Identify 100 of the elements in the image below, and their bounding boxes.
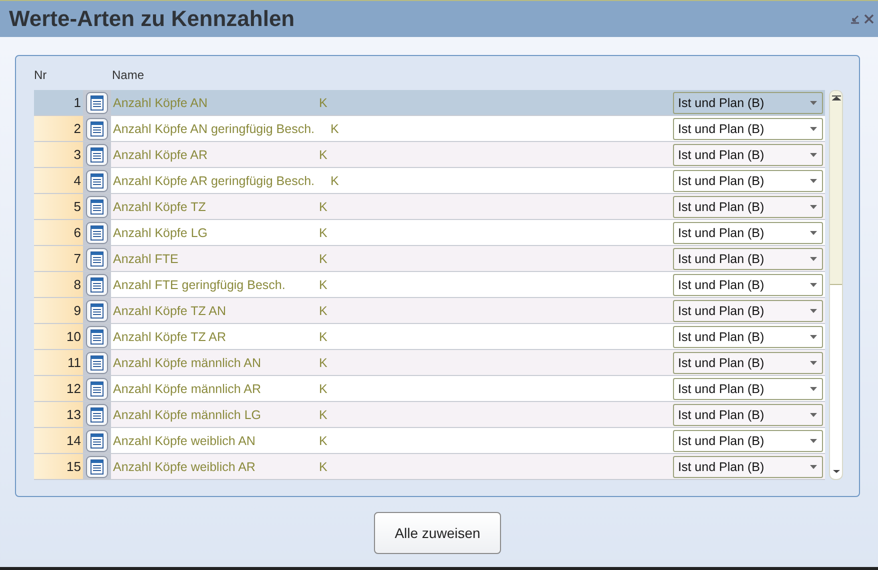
column-header: Nr [34, 68, 48, 84]
document-icon[interactable] [86, 352, 108, 374]
document-icon[interactable] [86, 378, 108, 400]
table-row[interactable]: 2 Anzahl Köpfe AN geringfügig Besch. K Ist und Plan (B) [34, 116, 825, 142]
name-text: Anzahl Köpfe TZ AR [113, 330, 228, 344]
row-number: 10 [34, 324, 83, 349]
caret-icon[interactable] [810, 386, 817, 390]
unit-text: K [319, 408, 328, 422]
row-number: 14 [34, 428, 83, 453]
document-icon[interactable] [86, 92, 108, 114]
row-number: 15 [34, 454, 83, 479]
value-dropdown[interactable]: Ist und Plan (B) [673, 118, 823, 140]
caret-icon[interactable] [810, 178, 817, 182]
caret-icon[interactable] [810, 334, 817, 338]
row-number: 5 [34, 194, 83, 219]
table-row[interactable]: 7 Anzahl FTE K Ist und Plan (B) [34, 246, 825, 272]
caret-icon[interactable] [810, 308, 817, 312]
value-dropdown[interactable]: Ist und Plan (B) [673, 222, 823, 244]
table-row[interactable]: 11 Anzahl Köpfe männlich AN K Ist und Plan (B) [34, 350, 825, 376]
unit-text: K [319, 434, 328, 448]
caret-icon[interactable] [810, 464, 817, 468]
row-number: 7 [34, 246, 83, 271]
table-row[interactable]: 3 Anzahl Köpfe AR K Ist und Plan (B) [34, 142, 825, 168]
table-row[interactable]: 12 Anzahl Köpfe männlich AR K Ist und Plan (B) [34, 376, 825, 402]
table-row[interactable]: 15 Anzahl Köpfe weiblich AR K Ist und Plan (B) [34, 454, 825, 480]
close-icon[interactable] [864, 14, 874, 24]
scroll-down-icon[interactable] [832, 469, 840, 475]
table-row[interactable]: 9 Anzahl Köpfe TZ AN K Ist und Plan (B) [34, 298, 825, 324]
name-text: Anzahl Köpfe AR [113, 148, 209, 162]
table-row[interactable]: 10 Anzahl Köpfe TZ AR K Ist und Plan (B) [34, 324, 825, 350]
caret-icon[interactable] [810, 230, 817, 234]
scroll-thumb[interactable] [830, 91, 842, 285]
value-dropdown[interactable]: Ist und Plan (B) [673, 378, 823, 400]
caret-icon[interactable] [810, 100, 817, 104]
name-text: Anzahl Köpfe AN [113, 96, 209, 110]
name-text: Anzahl FTE [113, 252, 180, 266]
column-header: Name [112, 68, 144, 84]
value-dropdown[interactable]: Ist und Plan (B) [673, 352, 823, 374]
document-icon[interactable] [86, 196, 108, 218]
caret-icon[interactable] [810, 412, 817, 416]
document-icon[interactable] [86, 144, 108, 166]
value-dropdown[interactable]: Ist und Plan (B) [673, 300, 823, 322]
row-number: 4 [34, 168, 83, 193]
row-number: 11 [34, 350, 83, 375]
unit-text: K [319, 200, 328, 214]
unit-text: K [319, 148, 328, 162]
document-icon[interactable] [86, 170, 108, 192]
table-row[interactable]: 4 Anzahl Köpfe AR geringfügig Besch. K Ist und Plan (B) [34, 168, 825, 194]
caret-icon[interactable] [810, 256, 817, 260]
name-text: Anzahl Köpfe TZ [113, 200, 207, 214]
document-icon[interactable] [86, 248, 108, 270]
unit-text: K [319, 252, 328, 266]
caret-icon[interactable] [810, 152, 817, 156]
minimize-icon[interactable] [850, 14, 860, 24]
caret-icon[interactable] [810, 282, 817, 286]
caret-icon[interactable] [810, 360, 817, 364]
document-icon[interactable] [86, 456, 108, 478]
value-dropdown[interactable]: Ist und Plan (B) [673, 456, 823, 478]
caret-icon[interactable] [810, 126, 817, 130]
name-text: Anzahl Köpfe AR geringfügig Besch. [113, 174, 316, 188]
document-icon[interactable] [86, 300, 108, 322]
value-dropdown[interactable]: Ist und Plan (B) [673, 92, 823, 114]
value-dropdown[interactable]: Ist und Plan (B) [673, 274, 823, 296]
name-text: Anzahl Köpfe männlich LG [113, 408, 262, 422]
value-dropdown[interactable]: Ist und Plan (B) [673, 170, 823, 192]
value-dropdown[interactable]: Ist und Plan (B) [673, 430, 823, 452]
window-title: Werte-Arten zu Kennzahlen [9, 6, 295, 32]
value-dropdown[interactable]: Ist und Plan (B) [673, 326, 823, 348]
table-row[interactable]: 5 Anzahl Köpfe TZ K Ist und Plan (B) [34, 194, 825, 220]
document-icon[interactable] [86, 326, 108, 348]
table-row[interactable]: 8 Anzahl FTE geringfügig Besch. K Ist und Plan (B) [34, 272, 825, 298]
value-dropdown[interactable]: Ist und Plan (B) [673, 144, 823, 166]
row-number: 8 [34, 272, 83, 297]
row-number: 13 [34, 402, 83, 427]
name-text: Anzahl Köpfe AN geringfügig Besch. [113, 122, 316, 136]
scrollbar[interactable] [829, 90, 843, 480]
name-text: Anzahl Köpfe TZ AN [113, 304, 228, 318]
value-dropdown[interactable]: Ist und Plan (B) [673, 248, 823, 270]
row-number: 2 [34, 116, 83, 141]
assign-all-button[interactable]: Alle zuweisen [374, 512, 501, 554]
unit-text: K [330, 122, 339, 136]
document-icon[interactable] [86, 430, 108, 452]
document-icon[interactable] [86, 274, 108, 296]
value-dropdown[interactable]: Ist und Plan (B) [673, 196, 823, 218]
document-icon[interactable] [86, 118, 108, 140]
table-row[interactable]: 14 Anzahl Köpfe weiblich AN K Ist und Plan (B) [34, 428, 825, 454]
value-dropdown[interactable]: Ist und Plan (B) [673, 404, 823, 426]
document-icon[interactable] [86, 222, 108, 244]
table-row[interactable]: 13 Anzahl Köpfe männlich LG K Ist und Plan (B) [34, 402, 825, 428]
unit-text: K [330, 174, 339, 188]
row-number: 12 [34, 376, 83, 401]
document-icon[interactable] [86, 404, 108, 426]
caret-icon[interactable] [810, 438, 817, 442]
name-text: Anzahl Köpfe männlich AN [113, 356, 262, 370]
table-row[interactable]: 6 Anzahl Köpfe LG K Ist und Plan (B) [34, 220, 825, 246]
unit-text: K [319, 304, 328, 318]
table-row[interactable]: 1 Anzahl Köpfe AN K Ist und Plan (B) [34, 90, 825, 116]
name-text: Anzahl Köpfe LG [113, 226, 209, 240]
caret-icon[interactable] [810, 204, 817, 208]
scroll-up-icon[interactable] [832, 95, 840, 101]
